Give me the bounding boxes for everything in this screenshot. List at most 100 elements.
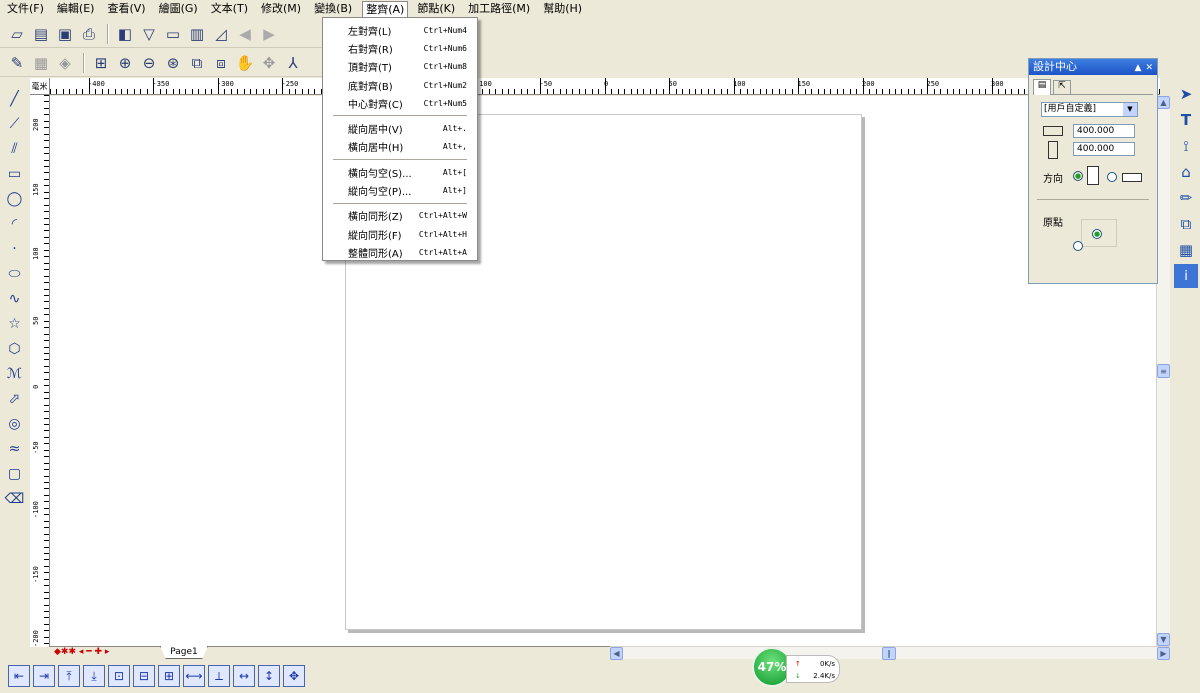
center-horizontal-icon[interactable]: ⊞ [158, 665, 180, 687]
origin-corner-radio[interactable] [1073, 241, 1083, 251]
undo-icon[interactable]: ◀ [234, 23, 256, 45]
move-cross-icon[interactable]: ✥ [258, 52, 280, 74]
select-arrow-icon[interactable]: ➤ [1174, 82, 1198, 106]
curve-tool-icon[interactable]: ∿ [3, 286, 27, 311]
wave-tool-icon[interactable]: ≈ [3, 436, 27, 461]
star-tool-icon[interactable]: ☆ [3, 311, 27, 336]
group-icon[interactable]: ◈ [54, 52, 76, 74]
pencil-ruler-icon[interactable]: ✏ [1174, 186, 1198, 210]
align-right-icon[interactable]: ⇥ [33, 665, 55, 687]
scroll-thumb[interactable]: ≡ [1157, 364, 1170, 378]
funnel-icon[interactable]: ▽ [138, 23, 160, 45]
dropdown-item[interactable]: 橫向勻空(S)... Alt+[ [323, 163, 477, 181]
grid-select-icon[interactable]: ▦ [30, 52, 52, 74]
menu-item[interactable]: 查看(V) [104, 1, 148, 17]
chevron-down-icon[interactable]: ▼ [1123, 103, 1137, 116]
align-top-icon[interactable]: ⤒ [58, 665, 80, 687]
freehand-tool-icon[interactable]: ℳ [3, 361, 27, 386]
info-icon[interactable]: i [1174, 264, 1198, 288]
zoom-in-icon[interactable]: ⊕ [114, 52, 136, 74]
zoom-page-icon[interactable]: ⧉ [186, 52, 208, 74]
edit-window-icon[interactable]: ⧉ [1174, 212, 1198, 236]
width-field[interactable]: 400.000 [1073, 124, 1135, 138]
menu-item[interactable]: 繪圖(G) [156, 1, 201, 17]
dropdown-item[interactable]: 縱向勻空(P)... Alt+] [323, 181, 477, 199]
redo-icon[interactable]: ▶ [258, 23, 280, 45]
menu-item[interactable]: 文件(F) [4, 1, 47, 17]
ellipse-tool-icon[interactable]: ⬭ [3, 261, 27, 286]
eraser-tool-icon[interactable]: ⌫ [3, 486, 27, 511]
page-tab-icon[interactable]: ▤ [1033, 79, 1051, 95]
rectangle-tool-icon[interactable]: ▭ [3, 161, 27, 186]
menu-item[interactable]: 修改(M) [258, 1, 304, 17]
dropdown-item[interactable]: 頂對齊(T) Ctrl+Num8 [323, 58, 477, 76]
save-icon[interactable]: ▣ [54, 23, 76, 45]
dropdown-item[interactable]: 底對齊(B) Ctrl+Num2 [323, 76, 477, 94]
path-tool-icon[interactable]: ⟟ [1174, 134, 1198, 158]
align-left-icon[interactable]: ⇤ [8, 665, 30, 687]
pan-hand-icon[interactable]: ✋ [234, 52, 256, 74]
same-size-icon[interactable]: ✥ [283, 665, 305, 687]
dropdown-item[interactable]: 橫向同形(Z) Ctrl+Alt+W [323, 207, 477, 225]
import-icon[interactable]: ◧ [114, 23, 136, 45]
text-tool-icon[interactable]: T [1174, 108, 1198, 132]
grid-view-icon[interactable]: ▦ [1174, 238, 1198, 262]
dropdown-item[interactable]: 縱向居中(V) Alt+. [323, 119, 477, 137]
frame-tool-icon[interactable]: ▢ [3, 461, 27, 486]
portrait-radio[interactable]: ● [1073, 171, 1083, 181]
menu-item[interactable]: 變換(B) [311, 1, 355, 17]
menu-item[interactable]: 整齊(A) [362, 0, 409, 18]
dropdown-item[interactable]: 整體同形(A) Ctrl+Alt+A [323, 243, 477, 261]
open-folder-icon[interactable]: ▤ [30, 23, 52, 45]
tab-nav-icon[interactable]: ◆✱✱ ◂ ━ ✚ ▸ [54, 647, 109, 657]
spiral-tool-icon[interactable]: ◎ [3, 411, 27, 436]
polygon-tool-icon[interactable]: ⬡ [3, 336, 27, 361]
barcode-icon[interactable]: ▥ [186, 23, 208, 45]
vertical-scrollbar[interactable]: ▲ ≡ ▼ [1156, 96, 1170, 646]
height-field[interactable]: 400.000 [1073, 142, 1135, 156]
arc-tool-icon[interactable]: ◜ [3, 211, 27, 236]
triangle-ruler-icon[interactable]: ◿ [210, 23, 232, 45]
same-height-icon[interactable]: ↕ [258, 665, 280, 687]
distribute-vertical-icon[interactable]: ⟂ [208, 665, 230, 687]
point-tool-icon[interactable]: · [3, 236, 27, 261]
zoom-fit-icon[interactable]: ⊛ [162, 52, 184, 74]
dropdown-item[interactable]: 左對齊(L) Ctrl+Num4 [323, 21, 477, 39]
align-bottom-icon[interactable]: ⤓ [83, 665, 105, 687]
home-shape-icon[interactable]: ⌂ [1174, 160, 1198, 184]
new-file-icon[interactable]: ▱ [6, 23, 28, 45]
same-width-icon[interactable]: ↔ [233, 665, 255, 687]
origin-center-radio[interactable]: ● [1092, 229, 1102, 239]
arrow-shape-tool-icon[interactable]: ⬀ [3, 386, 27, 411]
pointer-tab-icon[interactable]: ⇱ [1053, 80, 1071, 95]
menu-item[interactable]: 節點(K) [414, 1, 458, 17]
dropdown-item[interactable]: 縱向同形(F) Ctrl+Alt+H [323, 225, 477, 243]
zoom-all-icon[interactable]: ⧈ [210, 52, 232, 74]
align-center-icon[interactable]: ⊡ [108, 665, 130, 687]
multiline-tool-icon[interactable]: ⫽ [3, 136, 27, 161]
scroll-down-icon[interactable]: ▼ [1157, 633, 1170, 646]
collapse-icon[interactable]: ▲ [1135, 63, 1142, 73]
paper-preset-select[interactable]: [用戶自定義] ▼ [1041, 102, 1138, 117]
print-icon[interactable]: ⎙ [78, 23, 100, 45]
scroll-thumb-h[interactable]: ∥ [882, 647, 896, 660]
polyline-tool-icon[interactable]: ⟋ [3, 111, 27, 136]
node-edit-icon[interactable]: ✎ [6, 52, 28, 74]
dropdown-item[interactable]: 右對齊(R) Ctrl+Num6 [323, 39, 477, 57]
menu-item[interactable]: 幫助(H) [540, 1, 585, 17]
distribute-horizontal-icon[interactable]: ⟷ [183, 665, 205, 687]
menu-item[interactable]: 加工路徑(M) [465, 1, 533, 17]
scroll-left-icon[interactable]: ◀ [610, 647, 623, 660]
center-vertical-icon[interactable]: ⊟ [133, 665, 155, 687]
landscape-radio[interactable] [1107, 172, 1117, 182]
line-tool-icon[interactable]: ╱ [3, 86, 27, 111]
zoom-window-icon[interactable]: ⊞ [90, 52, 112, 74]
scroll-up-icon[interactable]: ▲ [1157, 96, 1170, 109]
menu-item[interactable]: 文本(T) [208, 1, 251, 17]
circle-tool-icon[interactable]: ◯ [3, 186, 27, 211]
close-icon[interactable]: ✕ [1145, 63, 1153, 73]
scroll-right-icon[interactable]: ▶ [1157, 647, 1170, 660]
panel-icon[interactable]: ▭ [162, 23, 184, 45]
dropdown-item[interactable]: 橫向居中(H) Alt+, [323, 138, 477, 156]
zoom-out-icon[interactable]: ⊖ [138, 52, 160, 74]
